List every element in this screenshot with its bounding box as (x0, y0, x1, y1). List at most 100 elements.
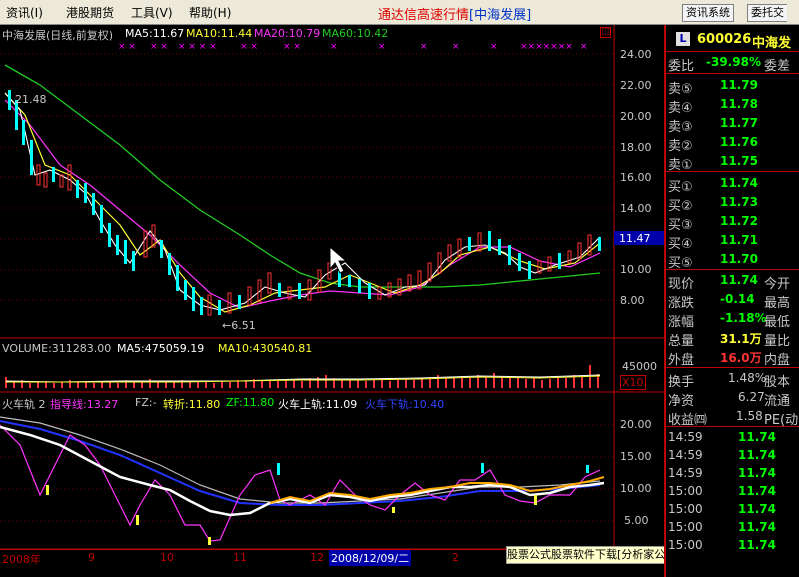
info-system-button[interactable]: 资讯系统 (682, 4, 734, 22)
stat-label: 内盘 (764, 353, 791, 368)
buy-price: 11.71 (720, 233, 758, 247)
sell-row: 卖② 11.76 (666, 133, 799, 154)
y-tick: 14.00 (620, 202, 652, 215)
menu-tools[interactable]: 工具(V) (131, 4, 173, 21)
ma60-label: MA60:10.42 (322, 27, 389, 40)
timeline-label: 2 (452, 551, 459, 564)
stock-header: L 600026 中海发 (666, 29, 799, 51)
indicator-zf: ZF:11.80 (226, 396, 275, 409)
svg-text:×: × (378, 42, 386, 52)
stat-value: 11.74 (720, 273, 758, 287)
indicator-fz: FZ:- (135, 396, 157, 409)
commission-button[interactable]: 委托交 (747, 4, 787, 22)
stat-row: 收益㈣ 1.58 PE(动 (666, 407, 799, 428)
svg-text:×××××××: ××××××× (520, 42, 573, 52)
menu-hk-futures[interactable]: 港股期货 (66, 4, 114, 21)
volume-bars (5, 365, 601, 388)
y-tick: 10.00 (620, 482, 652, 495)
svg-text:× ×: × × (240, 42, 258, 52)
sell-row: 卖① 11.75 (666, 152, 799, 173)
tick-time: 15:00 (668, 484, 703, 498)
stat-value: -0.14 (720, 292, 755, 306)
quote-panel: L 600026 中海发 委比 -39.98% 委差 卖⑤ 11.79 卖④ 11.… (664, 25, 799, 577)
high-mark: 21.48 (15, 93, 47, 106)
turn-line (0, 425, 605, 517)
stat-row: 现价 11.74 今开 (666, 271, 799, 292)
low-mark: ←6.51 (222, 319, 256, 332)
chart-area[interactable]: × × × × × × × × × × × × × × × × × ××××××× × (0, 25, 664, 565)
svg-text:× ×: × × (283, 42, 301, 52)
sell-row: 卖③ 11.77 (666, 114, 799, 135)
timeline-label: 11 (233, 551, 247, 564)
svg-text:× ×: × × (150, 42, 168, 52)
sell-price: 11.76 (720, 135, 758, 149)
ma10-label: MA10:11.44 (186, 27, 253, 40)
tick-row: 14:59 11.74 (666, 446, 799, 465)
tick-row: 14:59 11.74 (666, 428, 799, 447)
cursor-icon (329, 245, 348, 274)
buy-price: 11.73 (720, 195, 758, 209)
svg-text:×: × (452, 42, 460, 52)
tick-row: 14:59 11.74 (666, 464, 799, 483)
tick-price: 11.74 (738, 466, 776, 480)
tick-price: 11.74 (738, 430, 776, 444)
kline-title: 中海发展(日线,前复权) (2, 29, 114, 42)
y-tick: 22.00 (620, 79, 652, 92)
weicha-label: 委差 (764, 59, 791, 74)
timeline-label: 12 (310, 551, 324, 564)
price-tag: 11.47 (619, 232, 651, 245)
buy-price: 11.74 (720, 176, 758, 190)
menu-help[interactable]: 帮助(H) (189, 4, 231, 21)
volume-label: VOLUME:311283.00 (2, 342, 112, 355)
tick-time: 14:59 (668, 466, 703, 480)
chart-canvas: × × × × × × × × × × × × × × × × × ××××××× × (0, 25, 664, 550)
close-icon[interactable]: □ (600, 27, 611, 38)
sell-row: 卖⑤ 11.79 (666, 76, 799, 97)
stat-row: 涨幅 -1.18% 最低 (666, 309, 799, 330)
tick-price: 11.74 (738, 520, 776, 534)
volume-ma10: MA10:430540.81 (218, 342, 313, 355)
svg-text:×: × (330, 42, 338, 52)
stat-value: 1.58 (736, 409, 763, 423)
y-tick: 18.00 (620, 141, 652, 154)
tick-time: 15:00 (668, 502, 703, 516)
tick-time: 15:00 (668, 538, 703, 552)
stat-row: 涨跌 -0.14 最高 (666, 290, 799, 311)
tick-time: 14:59 (668, 430, 703, 444)
tick-price: 11.74 (738, 538, 776, 552)
tick-price: 11.74 (738, 502, 776, 516)
volume-ma5: MA5:475059.19 (117, 342, 205, 355)
stat-value: 31.1万 (720, 332, 762, 346)
rail-lower (0, 420, 601, 506)
svg-text:×: × (490, 42, 498, 52)
indicator-name: 火车轨 2 (2, 398, 46, 411)
stat-value: -1.18% (720, 311, 767, 325)
indicator-turn: 转折:11.80 (163, 398, 221, 411)
y-tick: 10.00 (620, 263, 652, 276)
guide-line (0, 424, 601, 542)
svg-text:×: × (580, 42, 588, 52)
stat-row: 换手 1.48% 股本 (666, 369, 799, 390)
y-tick: 20.00 (620, 110, 652, 123)
timeline-label: 2008年 (2, 553, 41, 566)
indicator-upper: 火车上轨:11.09 (278, 398, 358, 411)
buy-row: 买② 11.73 (666, 193, 799, 214)
menu-news[interactable]: 资讯(I) (6, 4, 43, 21)
stat-value: 6.27 (738, 390, 765, 404)
sell-price: 11.75 (720, 154, 758, 168)
signal-markers: × × × × × × × × × × × × × × × × × ××××××× × (118, 42, 588, 52)
stat-row: 总量 31.1万 量比 (666, 328, 799, 349)
indicator-guide: 指导线:13.27 (50, 398, 119, 411)
tick-row: 15:00 11.74 (666, 536, 799, 555)
ma5-label: MA5:11.67 (125, 27, 185, 40)
sell-price: 11.78 (720, 97, 758, 111)
buy-row: 买① 11.74 (666, 174, 799, 195)
y-tick: 5.00 (624, 514, 649, 527)
buy-price: 11.70 (720, 252, 758, 266)
stat-row: 净资 6.27 流通 (666, 388, 799, 409)
sell-price: 11.77 (720, 116, 758, 130)
tick-price: 11.74 (738, 448, 776, 462)
app-title: 通达信高速行情[中海发展] (378, 4, 531, 23)
l2-icon: L (676, 32, 690, 46)
tick-row: 15:00 11.74 (666, 518, 799, 537)
